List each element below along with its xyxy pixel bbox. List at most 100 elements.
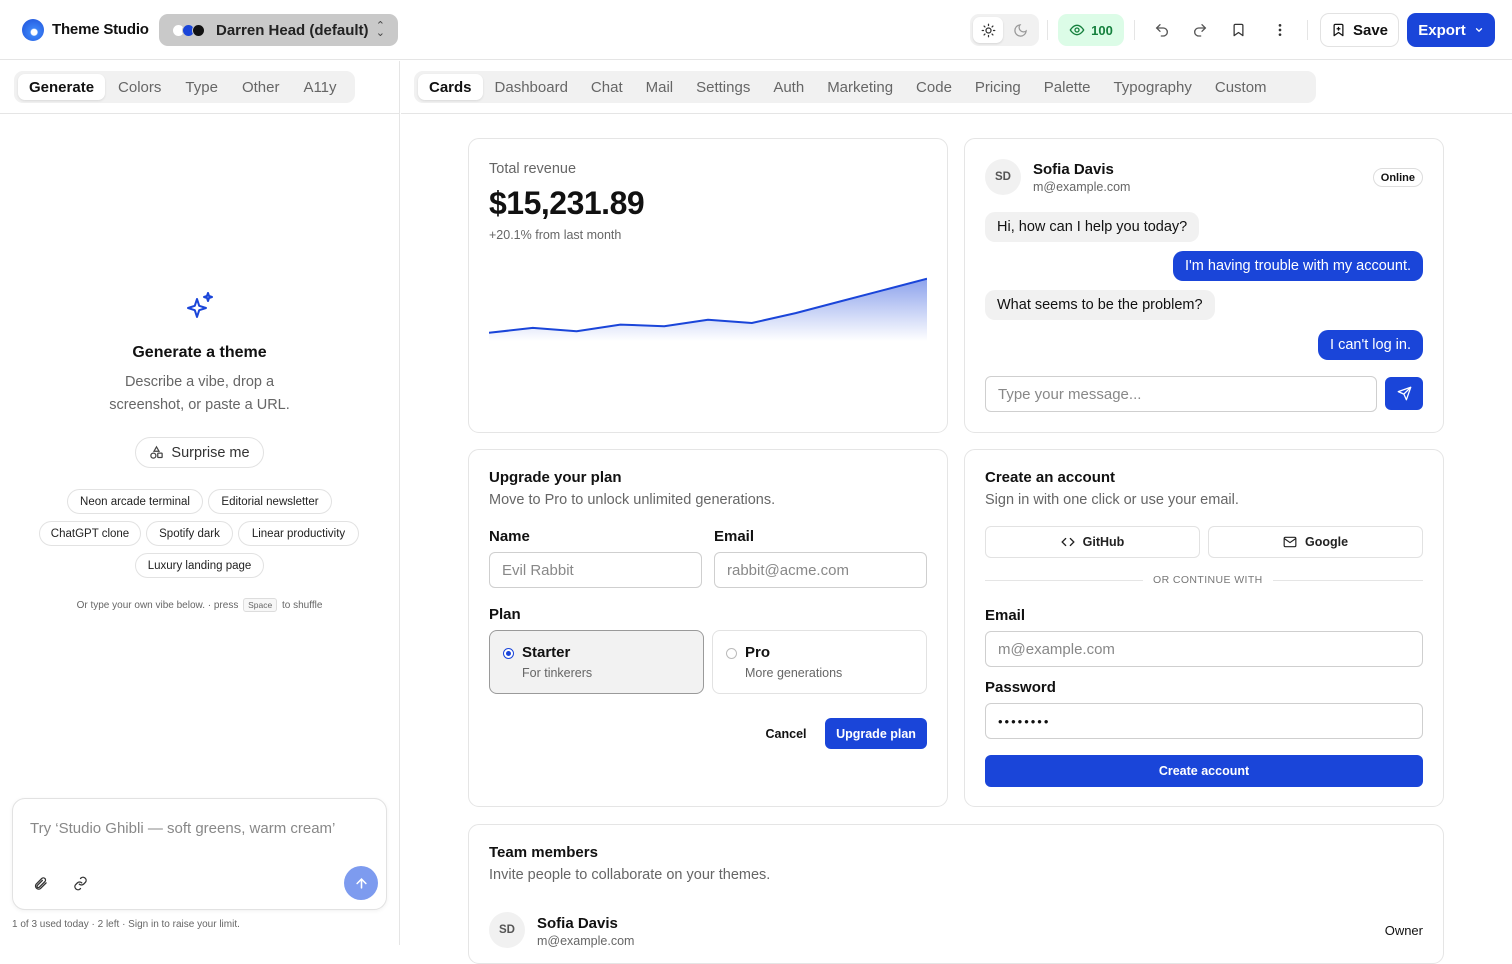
revenue-card: Total revenue $15,231.89 +20.1% from las… [468,138,948,433]
save-label: Save [1352,21,1389,39]
arrow-up-icon [355,877,367,889]
tab-mail[interactable]: Mail [635,74,685,100]
app-logo-icon [22,19,44,41]
surprise-me-label: Surprise me [171,444,250,461]
suggestion-chip[interactable]: Luxury landing page [135,553,264,578]
email-label: Email [714,528,755,545]
preview-tabs: Cards Dashboard Chat Mail Settings Auth … [414,71,1316,103]
paperclip-icon[interactable] [29,872,51,894]
account-subtitle: Sign in with one click or use your email… [985,492,1239,508]
surprise-me-button[interactable]: Surprise me [135,437,264,468]
bookmark-plus-icon [1333,23,1344,37]
revenue-value: $15,231.89 [489,185,645,221]
tab-dashboard[interactable]: Dashboard [484,74,579,100]
undo-icon[interactable] [1150,18,1174,42]
send-message-button[interactable] [1385,377,1423,410]
chat-user-name: Sofia Davis [1033,161,1114,178]
sun-icon[interactable] [973,17,1003,43]
password-field[interactable]: •••••••• [985,703,1423,739]
tab-chat[interactable]: Chat [580,74,634,100]
shuffle-hint: Or type your own vibe below. · press Spa… [76,598,323,612]
google-button[interactable]: Google [1208,526,1423,558]
account-email-field[interactable]: m@example.com [985,631,1423,667]
chevrons-up-down-icon: ⌃ ⌄ [375,20,385,39]
export-button[interactable]: Export [1407,13,1495,47]
revenue-change: +20.1% from last month [489,228,622,242]
upgrade-title: Upgrade your plan [489,469,622,486]
prompt-input[interactable]: Try ‘Studio Ghibli — soft greens, warm c… [12,798,387,910]
plan-description: More generations [745,666,843,680]
upgrade-plan-button[interactable]: Upgrade plan [825,718,927,749]
tab-settings[interactable]: Settings [685,74,761,100]
account-title: Create an account [985,469,1116,486]
tab-colors[interactable]: Colors [107,74,172,100]
avatar: SD [985,159,1021,195]
team-subtitle: Invite people to collaborate on your the… [489,867,771,883]
save-button[interactable]: Save [1320,13,1399,47]
generate-title: Generate a theme [132,344,267,361]
chat-message-incoming: What seems to be the problem? [985,290,1215,320]
plan-label: Plan [489,606,521,623]
tab-pricing[interactable]: Pricing [964,74,1032,100]
left-panel: Generate Colors Type Other A11y Generate… [0,61,400,945]
name-field[interactable]: Evil Rabbit [489,552,702,588]
tab-other[interactable]: Other [231,74,291,100]
radio-selected [503,648,514,659]
top-bar: Theme Studio Darren Head (default) ⌃ ⌄ 10… [0,0,1512,60]
tab-palette[interactable]: Palette [1033,74,1102,100]
score-value: 100 [1091,22,1113,38]
chart-area [489,278,927,341]
github-button[interactable]: GitHub [985,526,1200,558]
suggestion-chip[interactable]: ChatGPT clone [39,521,141,546]
chat-message-input[interactable]: Type your message... [985,376,1377,412]
sparkles-icon [185,291,215,321]
tab-typography[interactable]: Typography [1102,74,1202,100]
tab-generate[interactable]: Generate [18,74,106,100]
plan-description: For tinkerers [522,666,593,680]
generate-description: Describe a vibe, drop a screenshot, or p… [109,374,290,413]
suggestion-chip[interactable]: Linear productivity [238,521,359,546]
upgrade-subtitle: Move to Pro to unlock unlimited generati… [489,492,776,508]
suggestion-chip[interactable]: Neon arcade terminal [67,489,203,514]
plan-name: Pro [745,644,771,661]
theme-selector[interactable]: Darren Head (default) ⌃ ⌄ [159,14,398,46]
tab-auth[interactable]: Auth [762,74,815,100]
create-account-card: Create an account Sign in with one click… [964,449,1444,807]
more-vertical-icon[interactable] [1268,18,1292,42]
tab-cards[interactable]: Cards [418,74,483,100]
mail-icon [1283,536,1297,548]
member-role[interactable]: Owner [1385,923,1423,938]
theme-swatch-icon [172,23,205,37]
email-field[interactable]: rabbit@acme.com [714,552,927,588]
suggestion-chip[interactable]: Editorial newsletter [208,489,332,514]
member-email: m@example.com [537,934,635,948]
create-account-button[interactable]: Create account [985,755,1423,787]
account-email-label: Email [985,607,1026,624]
moon-icon[interactable] [1005,17,1035,43]
cancel-button[interactable]: Cancel [754,718,818,749]
status-badge: Online [1372,168,1423,187]
link-icon[interactable] [69,872,91,894]
suggestion-chip[interactable]: Spotify dark [146,521,233,546]
send-prompt-button[interactable] [344,866,378,900]
upgrade-plan-card: Upgrade your plan Move to Pro to unlock … [468,449,948,807]
prompt-placeholder: Try ‘Studio Ghibli — soft greens, warm c… [30,820,336,837]
divider-text: OR CONTINUE WITH [1143,574,1273,586]
team-members-card: Team members Invite people to collaborat… [468,824,1444,964]
plan-name: Starter [522,644,571,661]
tab-type[interactable]: Type [174,74,229,100]
tab-code[interactable]: Code [905,74,963,100]
radio-unselected [726,648,737,659]
plan-option-pro[interactable]: Pro More generations [712,630,927,694]
team-title: Team members [489,844,598,861]
export-label: Export [1418,21,1466,39]
accessibility-score-badge[interactable]: 100 [1058,14,1124,46]
tab-marketing[interactable]: Marketing [816,74,904,100]
password-label: Password [985,679,1056,696]
tab-custom[interactable]: Custom [1204,74,1278,100]
bookmark-icon[interactable] [1226,18,1250,42]
plan-option-starter[interactable]: Starter For tinkerers [489,630,704,694]
tab-a11y[interactable]: A11y [292,74,347,100]
code-icon [1060,537,1075,547]
redo-icon[interactable] [1188,18,1212,42]
